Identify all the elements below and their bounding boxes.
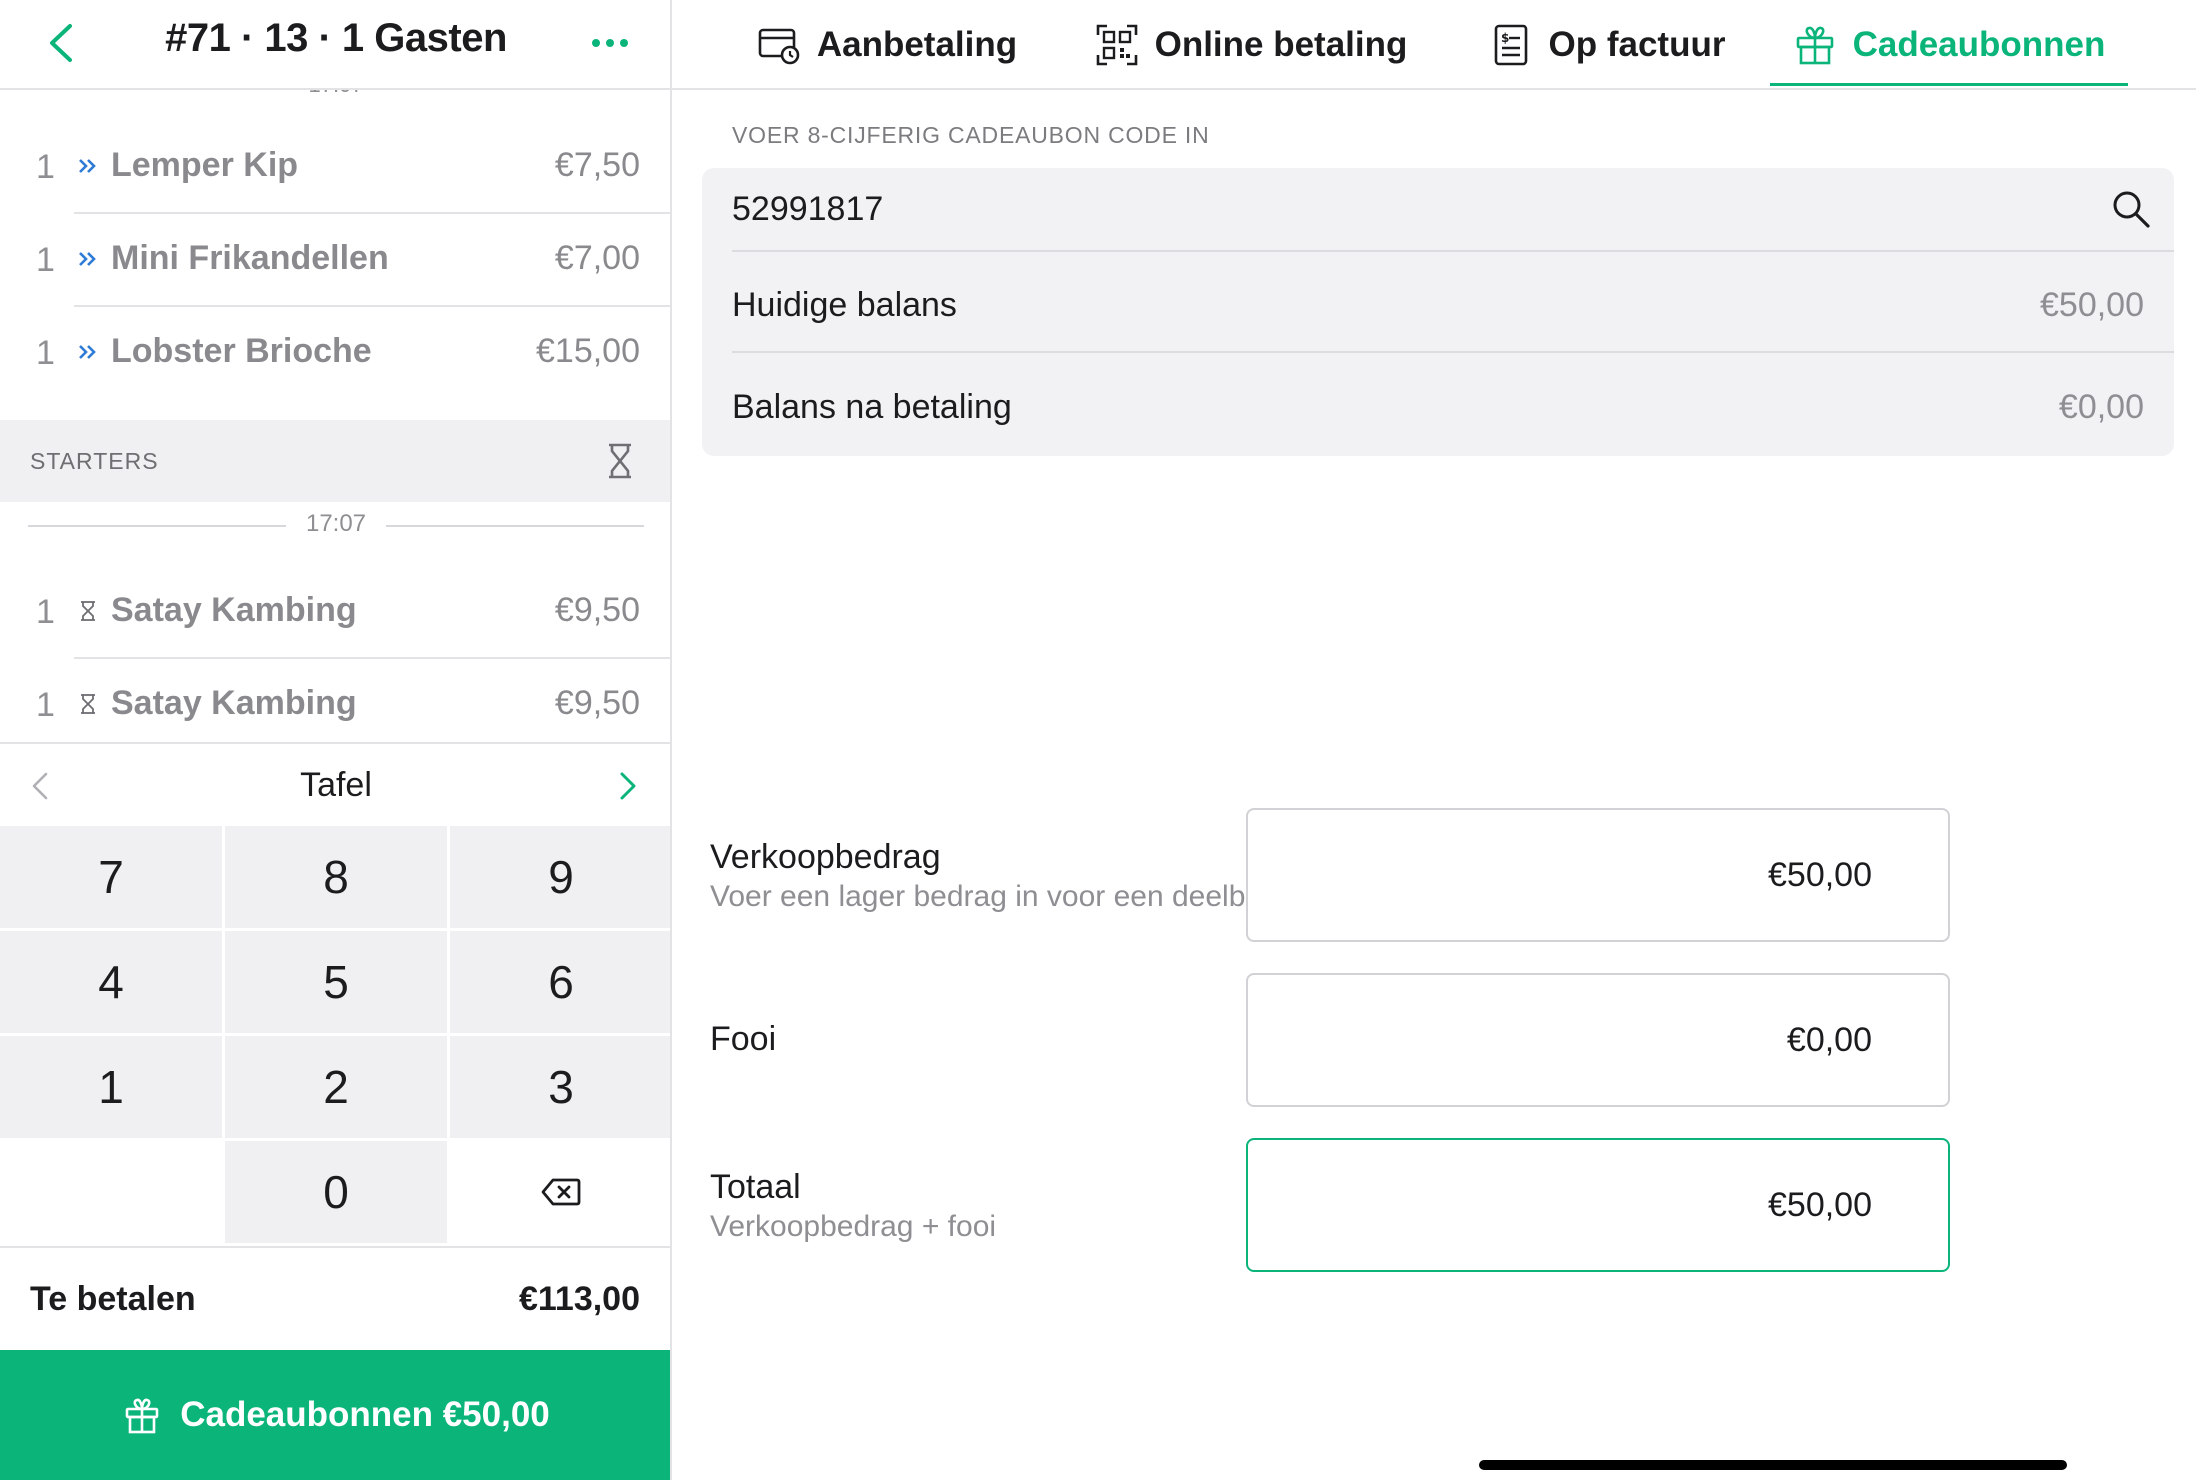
fired-chevrons-icon [79,345,96,359]
gift-icon [1796,26,1833,65]
pay-button-label: Cadeaubonnen €50,00 [180,1395,550,1434]
fired-chevrons-icon [79,252,96,266]
tip-field[interactable]: €0,00 [1246,973,1950,1107]
amount-due-label: Te betalen [30,1280,196,1318]
order-item[interactable]: 1 Satay Kambing €9,50 [0,658,670,742]
key-7[interactable]: 7 [0,826,222,928]
home-indicator[interactable] [1479,1460,2067,1470]
payment-panel: Aanbetaling Online betaling $ Op factuur… [672,0,2196,1480]
search-icon[interactable] [2110,188,2152,230]
more-dots-icon [592,39,628,47]
order-item[interactable]: 1 Mini Frikandellen €7,00 [0,213,670,305]
item-name: Lemper Kip [111,146,299,184]
table-navigator: Tafel [0,742,670,826]
payment-tabs: Aanbetaling Online betaling $ Op factuur… [672,0,2196,90]
total-row: Totaal Verkoopbedrag + fooi €50,00 [672,1138,2196,1272]
table-label: Tafel [300,766,372,804]
order-header: #71 · 13 · 1 Gasten [0,0,670,90]
key-3[interactable]: 3 [450,1036,670,1138]
item-qty: 1 [36,241,55,279]
backspace-button[interactable] [450,1141,670,1243]
sale-amount-field[interactable]: €50,00 [1246,808,1950,942]
tab-label: Op factuur [1548,25,1726,64]
order-item[interactable]: 1 Satay Kambing €9,50 [0,565,670,657]
tab-label: Cadeaubonnen [1852,25,2106,64]
item-price: €9,50 [554,591,640,629]
item-name: Satay Kambing [111,591,357,629]
total-field[interactable]: €50,00 [1246,1138,1950,1272]
key-5[interactable]: 5 [225,931,447,1033]
more-button[interactable] [590,30,630,56]
item-price: €7,00 [554,239,640,277]
item-name: Mini Frikandellen [111,239,389,277]
key-6[interactable]: 6 [450,931,670,1033]
current-balance-label: Huidige balans [732,286,957,324]
sale-amount-row: Verkoopbedrag Voer een lager bedrag in v… [672,808,2196,942]
order-title: #71 · 13 · 1 Gasten [165,16,507,60]
item-qty: 1 [36,593,55,631]
key-2[interactable]: 2 [225,1036,447,1138]
sale-amount-label: Verkoopbedrag [710,838,941,876]
qr-code-icon [1096,24,1137,66]
tab-cadeaubonnen[interactable]: Cadeaubonnen [1770,0,2128,90]
balance-after-row: Balans na betaling €0,00 [732,354,2144,454]
amount-due: Te betalen €113,00 [0,1246,670,1350]
backspace-icon [541,1178,581,1206]
amount-due-value: €113,00 [518,1280,640,1318]
giftcard-card: Huidige balans €50,00 Balans na betaling… [702,168,2174,456]
total-label: Totaal [710,1168,801,1206]
item-qty: 1 [36,334,55,372]
hourglass-icon [81,694,95,714]
current-balance-value: €50,00 [2040,286,2144,324]
key-blank [0,1141,222,1243]
item-price: €15,00 [536,332,640,370]
item-price: €9,50 [554,684,640,722]
course-time: 17:07 [305,510,367,537]
key-8[interactable]: 8 [225,826,447,928]
key-4[interactable]: 4 [0,931,222,1033]
course-label: STARTERS [30,448,159,474]
key-0[interactable]: 0 [225,1141,447,1243]
pay-giftcard-button[interactable]: Cadeaubonnen €50,00 [0,1350,670,1480]
balance-after-label: Balans na betaling [732,388,1012,426]
item-name: Satay Kambing [111,684,357,722]
tab-aanbetaling[interactable]: Aanbetaling [742,0,1032,90]
hourglass-icon [81,601,95,621]
time-divider: 17:07 [28,508,644,544]
invoice-icon: $ [1494,24,1527,66]
svg-text:$: $ [1501,31,1509,45]
order-item[interactable]: 1 Lemper Kip €7,50 [0,120,670,212]
time-stamp: 17:07 [0,90,670,98]
tip-label: Fooi [710,1020,777,1058]
item-qty: 1 [36,148,55,186]
order-item[interactable]: 1 Lobster Brioche €15,00 [0,306,670,398]
order-panel: #71 · 13 · 1 Gasten 17:07 1 Lemper Kip €… [0,0,672,1480]
fired-chevrons-icon [79,159,96,173]
divider-line [386,525,644,527]
tab-online-betaling[interactable]: Online betaling [1086,0,1416,90]
chevron-right-icon[interactable] [616,770,640,802]
key-9[interactable]: 9 [450,826,670,928]
numeric-keypad: 7 8 9 4 5 6 1 2 3 0 [0,826,670,1246]
tab-op-factuur[interactable]: $ Op factuur [1472,0,1742,90]
giftcard-code-input[interactable] [702,168,2174,250]
hourglass-icon[interactable] [606,442,634,480]
tip-row: Fooi €0,00 [672,973,2196,1107]
item-qty: 1 [36,686,55,724]
balance-after-value: €0,00 [2058,388,2144,426]
divider [732,351,2174,353]
pos-app: #71 · 13 · 1 Gasten 17:07 1 Lemper Kip €… [0,0,2196,1480]
item-name: Lobster Brioche [111,332,372,370]
tab-label: Aanbetaling [816,25,1018,64]
item-price: €7,50 [554,146,640,184]
tab-label: Online betaling [1154,25,1408,64]
deposit-icon [758,28,800,65]
key-1[interactable]: 1 [0,1036,222,1138]
gift-icon [125,1398,159,1434]
course-header-starters[interactable]: STARTERS [0,420,670,502]
current-balance-row: Huidige balans €50,00 [732,252,2144,352]
order-list[interactable]: 17:07 1 Lemper Kip €7,50 1 Mini Frikande… [0,90,670,742]
total-hint: Verkoopbedrag + fooi [710,1210,997,1243]
giftcard-code-label: VOER 8-CIJFERIG CADEAUBON CODE IN [732,122,1210,148]
